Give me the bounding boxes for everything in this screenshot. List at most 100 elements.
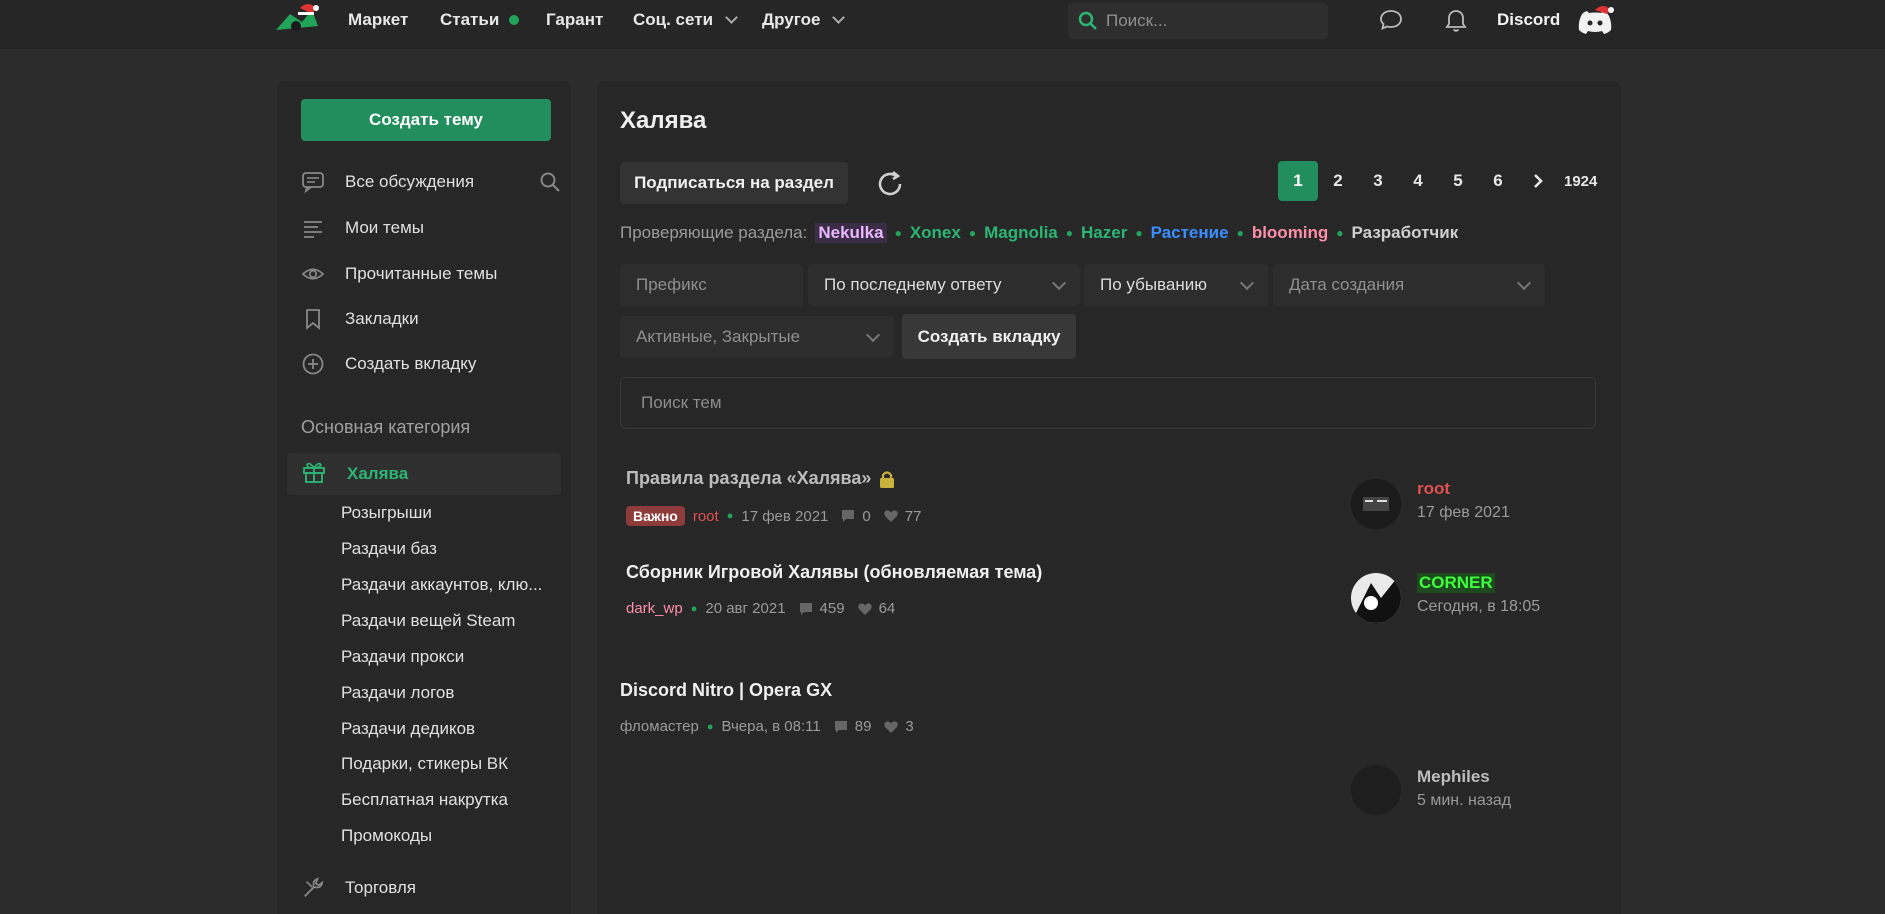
sort-select[interactable]: По последнему ответу — [808, 264, 1080, 306]
thread-meta: фломастер ● Вчера, в 08:11 89 3 — [620, 718, 914, 735]
sidebar-item-my-topics[interactable]: Мои темы — [301, 211, 557, 245]
section-moderators: Проверяющие раздела: Nekulka ● Xonex ● M… — [620, 223, 1459, 243]
next-page-chevron-icon[interactable] — [1518, 161, 1558, 201]
chat-icon — [301, 170, 325, 194]
sidebar-item-bookmarks[interactable]: Закладки — [301, 302, 557, 336]
sidebar-subitem[interactable]: Бесплатная накрутка — [341, 790, 508, 810]
create-tab-button[interactable]: Создать вкладку — [902, 314, 1076, 359]
nav-market[interactable]: Маркет — [348, 10, 408, 30]
moderator-link[interactable]: blooming — [1252, 223, 1328, 243]
sidebar-subitem[interactable]: Подарки, стикеры ВК — [341, 754, 508, 774]
page-title: Халява — [620, 107, 707, 134]
thread-date: 20 авг 2021 — [705, 600, 786, 617]
avatar[interactable] — [1351, 573, 1401, 623]
avatar[interactable] — [1351, 765, 1401, 815]
thread-search[interactable] — [620, 377, 1596, 429]
state-filter-select[interactable]: Активные, Закрытые — [620, 316, 894, 358]
page-button-3[interactable]: 3 — [1358, 161, 1398, 201]
like-count: 64 — [878, 600, 896, 617]
nav-social[interactable]: Соц. сети — [633, 10, 738, 30]
create-topic-button[interactable]: Создать тему — [301, 99, 551, 141]
sidebar-subitem[interactable]: Раздачи логов — [341, 683, 454, 703]
like-count: 3 — [905, 718, 914, 735]
last-poster-name[interactable]: root — [1417, 479, 1450, 499]
search-icon — [1078, 11, 1097, 30]
gift-icon — [301, 459, 327, 490]
discord-icon[interactable] — [1575, 4, 1615, 41]
notifications-bell-icon[interactable] — [1444, 8, 1468, 39]
list-icon — [301, 216, 325, 240]
thread-author[interactable]: фломастер — [620, 718, 699, 735]
prefix-filter[interactable]: Префикс — [620, 264, 803, 306]
thread-title[interactable]: Сборник Игровой Халявы (обновляемая тема… — [626, 562, 1042, 583]
page-button-2[interactable]: 2 — [1318, 161, 1358, 201]
order-select[interactable]: По убыванию — [1084, 264, 1268, 306]
moderator-link[interactable]: Разработчик — [1352, 223, 1459, 243]
page-button-6[interactable]: 6 — [1478, 161, 1518, 201]
thread-row[interactable]: Правила раздела «Халява» Важно root ● 17… — [597, 453, 1621, 543]
thread-title[interactable]: Discord Nitro | Opera GX — [620, 680, 832, 701]
heart-icon — [884, 720, 899, 733]
site-logo[interactable] — [272, 0, 322, 42]
last-page-button[interactable]: 1924 — [1564, 173, 1597, 190]
thread-author[interactable]: root — [693, 508, 719, 525]
sidebar-subitem[interactable]: Раздачи дедиков — [341, 719, 475, 739]
last-poster-name[interactable]: Mephiles — [1417, 767, 1490, 787]
thread-row[interactable]: Discord Nitro | Opera GX фломастер ● Вче… — [597, 665, 1621, 815]
nav-articles[interactable]: Статьи — [440, 10, 520, 30]
page-button-5[interactable]: 5 — [1438, 161, 1478, 201]
page-button-4[interactable]: 4 — [1398, 161, 1438, 201]
sidebar-subitem[interactable]: Раздачи прокси — [341, 647, 464, 667]
comment-icon — [834, 720, 847, 733]
moderator-link[interactable]: Xonex — [910, 223, 961, 243]
sidebar-item-freebies[interactable]: Халява — [287, 453, 561, 495]
subscribe-button[interactable]: Подписаться на раздел — [620, 162, 848, 204]
category-heading: Основная категория — [301, 417, 471, 437]
last-post-time: 17 фев 2021 — [1417, 504, 1510, 521]
chevron-down-icon — [1516, 275, 1532, 290]
sidebar-item-all-discussions[interactable]: Все обсуждения — [301, 165, 560, 199]
thread-row[interactable]: Сборник Игровой Халявы (обновляемая тема… — [597, 547, 1621, 637]
thread-search-input[interactable] — [641, 393, 1541, 413]
sidebar-item-create-tab[interactable]: Создать вкладку — [301, 347, 557, 381]
last-poster-name[interactable]: CORNER — [1417, 573, 1495, 593]
sidebar-subitem[interactable]: Раздачи баз — [341, 539, 437, 559]
pagination: 1 2 3 4 5 6 1924 — [1278, 161, 1597, 201]
moderator-link[interactable]: Hazer — [1081, 223, 1127, 243]
sidebar-item-read-topics[interactable]: Прочитанные темы — [301, 257, 557, 291]
page-button-1[interactable]: 1 — [1278, 161, 1318, 201]
thread-author[interactable]: dark_wp — [626, 600, 683, 617]
heart-icon — [857, 602, 872, 615]
thread-title[interactable]: Правила раздела «Халява» — [626, 468, 895, 489]
lock-icon — [880, 470, 895, 488]
date-filter-select[interactable]: Дата создания — [1273, 264, 1545, 306]
separator-dot: ● — [894, 226, 902, 240]
separator-dot: ● — [1065, 226, 1074, 240]
messages-icon[interactable] — [1379, 8, 1403, 37]
moderator-link[interactable]: Растение — [1151, 223, 1229, 243]
sidebar-subitem[interactable]: Промокоды — [341, 826, 432, 846]
sidebar-subitem[interactable]: Розыгрыши — [341, 503, 432, 523]
nav-other[interactable]: Другое — [762, 10, 846, 30]
reply-count: 459 — [819, 600, 845, 617]
comment-icon — [799, 602, 812, 615]
sidebar-item-trade[interactable]: Торговля — [301, 871, 557, 905]
chevron-down-icon — [1239, 275, 1255, 290]
avatar[interactable] — [1351, 479, 1401, 529]
global-search-input[interactable] — [1106, 11, 1306, 31]
new-indicator-dot — [509, 15, 520, 25]
global-search[interactable] — [1068, 3, 1328, 39]
search-icon[interactable] — [539, 171, 561, 198]
separator-dot: ● — [1236, 226, 1244, 240]
moderator-link[interactable]: Nekulka — [815, 223, 887, 243]
sidebar-subitem[interactable]: Раздачи вещей Steam — [341, 611, 515, 631]
separator-dot: ● — [1135, 226, 1143, 240]
discord-link[interactable]: Discord — [1497, 10, 1560, 30]
nav-guarantee[interactable]: Гарант — [546, 10, 603, 30]
heart-icon — [884, 510, 898, 522]
sidebar-subitem[interactable]: Раздачи аккаунтов, клю... — [341, 575, 542, 595]
refresh-icon[interactable] — [875, 169, 905, 204]
moderator-link[interactable]: Magnolia — [984, 223, 1058, 243]
reply-count: 0 — [862, 507, 871, 525]
chevron-down-icon — [725, 11, 738, 24]
